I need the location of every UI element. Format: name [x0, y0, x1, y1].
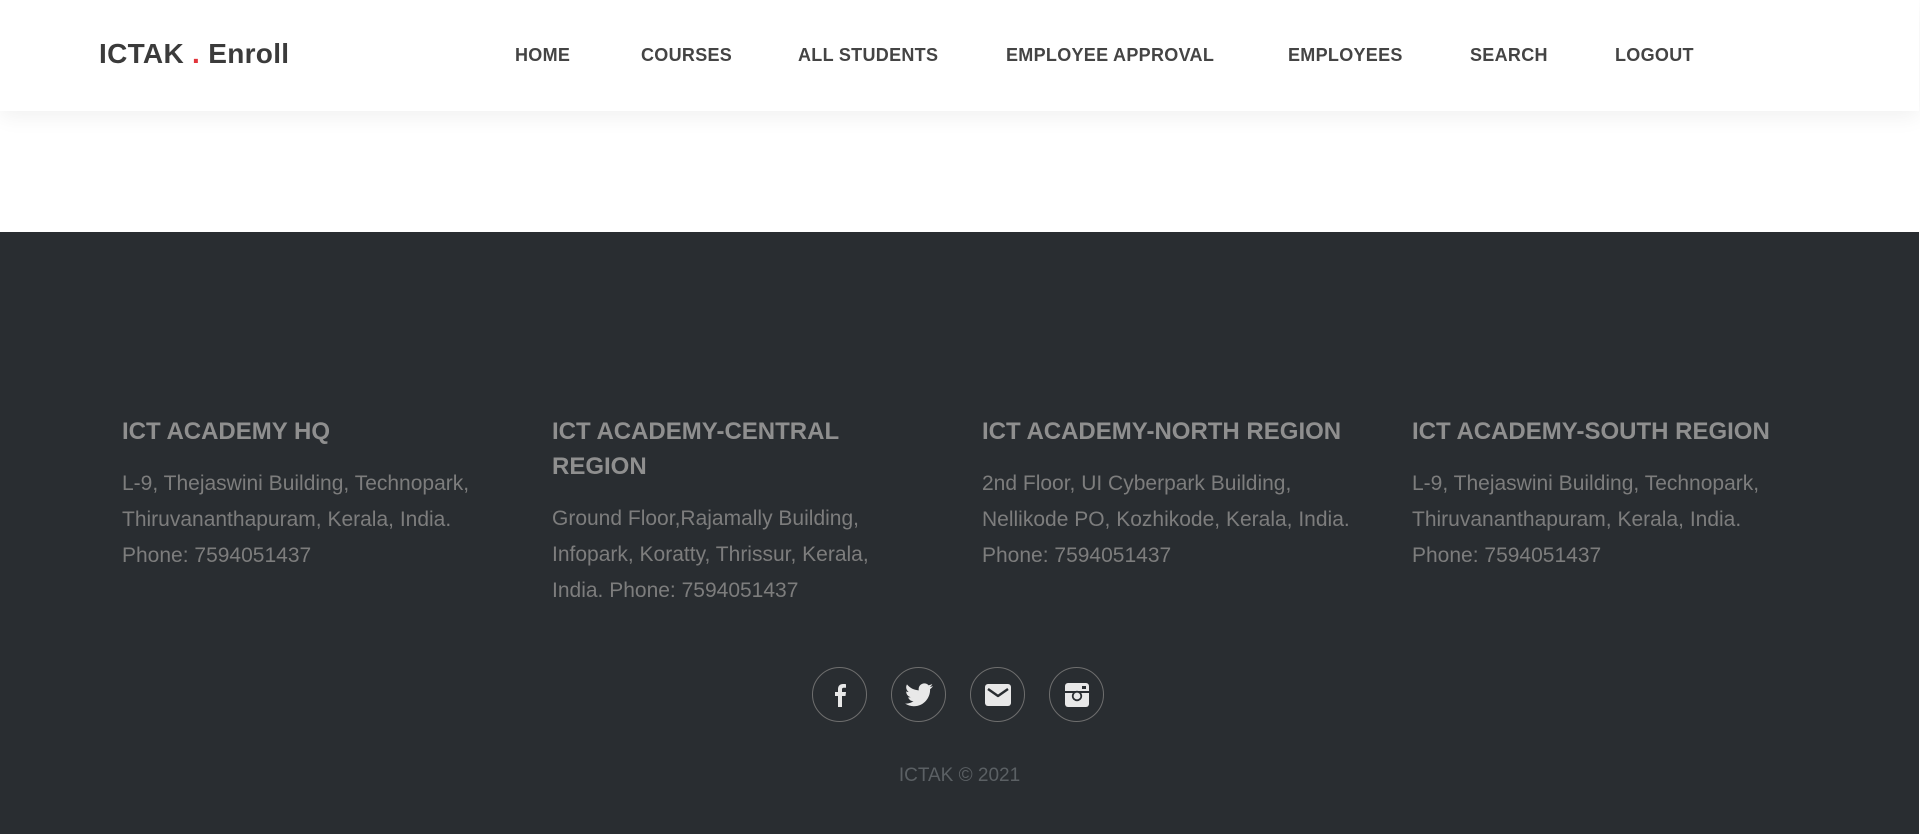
facebook-link[interactable]: [812, 667, 867, 722]
footer-column-central: ICT ACADEMY-CENTRAL REGION Ground Floor,…: [552, 414, 922, 609]
brand-name-part2: Enroll: [200, 38, 290, 69]
email-link[interactable]: [970, 667, 1025, 722]
footer-column-phone: Phone: 7594051437: [982, 544, 1172, 567]
footer-column-north: ICT ACADEMY-NORTH REGION 2nd Floor, UI C…: [982, 414, 1382, 574]
footer-copyright: ICTAK © 2021: [898, 765, 1021, 786]
footer-column-title: ICT ACADEMY-SOUTH REGION: [1412, 418, 1770, 445]
nav-employee-approval[interactable]: EMPLOYEE APPROVAL: [1006, 45, 1214, 66]
nav-employees[interactable]: EMPLOYEES: [1288, 45, 1403, 66]
footer: ICT ACADEMY HQ L-9, Thejaswini Building,…: [0, 232, 1919, 834]
footer-column-title: ICT ACADEMY HQ: [122, 418, 331, 445]
nav-logout[interactable]: LOGOUT: [1615, 45, 1694, 66]
footer-column-address: 2nd Floor, UI Cyberpark Building, Nellik…: [982, 472, 1350, 531]
brand-dot: .: [192, 38, 201, 69]
facebook-icon: [833, 683, 847, 707]
nav-courses[interactable]: COURSES: [641, 45, 732, 66]
footer-column-phone: Phone: 7594051437: [122, 544, 312, 567]
brand-logo[interactable]: ICTAK . Enroll: [99, 38, 289, 70]
footer-column-address: L-9, Thejaswini Building, Technopark, Th…: [122, 472, 470, 531]
twitter-icon: [904, 682, 933, 707]
nav-all-students[interactable]: ALL STUDENTS: [798, 45, 938, 66]
footer-column-address: Ground Floor,Rajamally Building, Infopar…: [552, 507, 869, 602]
page: ICTAK . Enroll HOME COURSES ALL STUDENTS…: [0, 0, 1919, 834]
footer-column-phone: Phone: 7594051437: [1412, 544, 1602, 567]
brand-name-part1: ICTAK: [99, 38, 193, 69]
twitter-link[interactable]: [891, 667, 946, 722]
navbar: ICTAK . Enroll HOME COURSES ALL STUDENTS…: [0, 0, 1919, 111]
nav-home[interactable]: HOME: [515, 45, 570, 66]
app-window: ICTAK . Enroll HOME COURSES ALL STUDENTS…: [0, 0, 1920, 834]
footer-column-south: ICT ACADEMY-SOUTH REGION L-9, Thejaswini…: [1412, 414, 1812, 574]
footer-column-hq: ICT ACADEMY HQ L-9, Thejaswini Building,…: [122, 414, 512, 574]
main-content-area: [0, 111, 1919, 232]
nav-search[interactable]: SEARCH: [1470, 45, 1548, 66]
footer-column-address: L-9, Thejaswini Building, Technopark, Th…: [1412, 472, 1760, 531]
instagram-link[interactable]: [1049, 667, 1104, 722]
footer-column-title: ICT ACADEMY-CENTRAL REGION: [552, 418, 839, 480]
instagram-icon: [1064, 682, 1089, 707]
email-icon: [984, 683, 1011, 706]
footer-column-title: ICT ACADEMY-NORTH REGION: [982, 418, 1342, 445]
